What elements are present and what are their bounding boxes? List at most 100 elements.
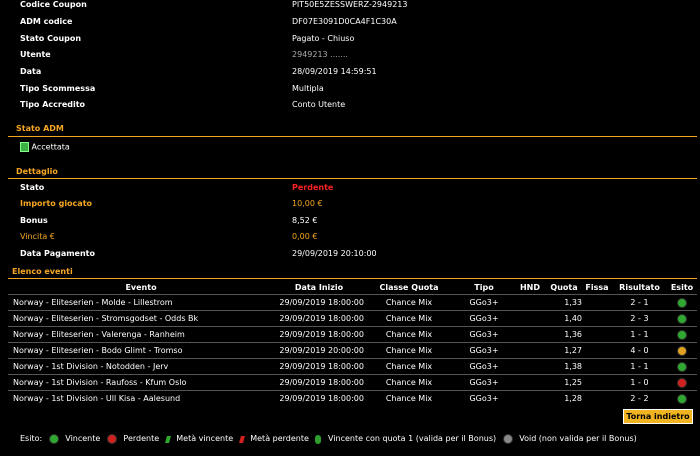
col-header-tipo: Tipo [474, 283, 494, 292]
cell-classe-quota: Chance Mix [364, 310, 454, 327]
cell-hnd [514, 294, 546, 311]
cell-evento: Norway - Eliteserien - Molde - Lillestro… [8, 294, 274, 311]
value-data: 28/09/2019 14:59:51 [292, 67, 377, 76]
cell-quota: 1,28 [546, 390, 582, 406]
cell-classe-quota: Chance Mix [364, 390, 454, 406]
value-data-pagamento: 29/09/2019 20:10:00 [292, 249, 377, 258]
cell-tipo: GGo3+ [454, 294, 514, 311]
cell-fissa [582, 310, 612, 327]
table-row: Norway - 1st Division - Ull Kisa - Aales… [8, 390, 697, 406]
section-title-dettaglio: Dettaglio [16, 167, 58, 176]
cell-tipo: GGo3+ [454, 342, 514, 359]
adm-status-label: Accettata [31, 142, 70, 152]
col-header-classe-quota: Classe Quota [379, 283, 439, 292]
cell-quota: 1,33 [546, 294, 582, 311]
cell-evento: Norway - 1st Division - Ull Kisa - Aales… [8, 390, 274, 406]
table-row: Norway - Eliteserien - Bodo Glimt - Trom… [8, 342, 697, 359]
table-row: Norway - Eliteserien - Valerenga - Ranhe… [8, 326, 697, 343]
cell-evento: Norway - 1st Division - Notodden - Jerv [8, 358, 274, 375]
value-vincita: 0,00 € [292, 232, 318, 241]
esito-icon [677, 297, 687, 308]
value-stato: Perdente [292, 183, 334, 192]
cell-hnd [514, 326, 546, 343]
table-header-row: Evento Data Inizio Classe Quota Tipo HND… [8, 281, 697, 295]
label-tipo-accredito: Tipo Accredito [20, 100, 86, 109]
cell-tipo: GGo3+ [454, 326, 514, 343]
esito-icon [677, 361, 687, 372]
cell-data-inizio: 29/09/2019 18:00:00 [274, 390, 364, 406]
legend-perdente: Perdente [123, 434, 160, 443]
cell-fissa [582, 294, 612, 311]
label-data: Data [20, 67, 42, 76]
label-bonus: Bonus [20, 216, 48, 225]
section-title-stato-adm: Stato ADM [16, 124, 64, 133]
divider [8, 178, 697, 179]
cell-quota: 1,40 [546, 310, 582, 327]
cell-tipo: GGo3+ [454, 358, 514, 375]
cell-classe-quota: Chance Mix [364, 294, 454, 311]
label-data-pagamento: Data Pagamento [20, 249, 95, 258]
col-header-hnd: HND [519, 283, 541, 292]
legend: Esito: Vincente Perdente Metà vincente M… [20, 434, 641, 444]
cell-evento: Norway - Eliteserien - Valerenga - Ranhe… [8, 326, 274, 343]
cell-hnd [514, 310, 546, 327]
legend-void: Void (non valida per il Bonus) [519, 434, 637, 443]
label-adm-codice: ADM codice [20, 17, 73, 26]
cell-classe-quota: Chance Mix [364, 342, 454, 359]
esito-icon [677, 313, 687, 324]
table-row: Norway - Eliteserien - Stromsgodset - Od… [8, 310, 697, 327]
void-icon [502, 434, 513, 444]
legend-title: Esito: [20, 434, 43, 443]
cell-fissa [582, 374, 612, 391]
cell-classe-quota: Chance Mix [364, 358, 454, 375]
cell-data-inizio: 29/09/2019 18:00:00 [274, 310, 364, 327]
col-header-quota: Quota [550, 283, 578, 292]
lose-icon [106, 434, 117, 444]
col-header-esito: Esito [670, 283, 694, 292]
cell-quota: 1,27 [546, 342, 582, 359]
cell-quota: 1,25 [546, 374, 582, 391]
cell-esito [667, 358, 697, 375]
label-stato-coupon: Stato Coupon [20, 34, 82, 43]
cell-esito [667, 342, 697, 359]
section-title-elenco-eventi: Elenco eventi [12, 267, 73, 276]
cell-esito [667, 294, 697, 311]
check-icon [20, 142, 29, 152]
cell-risultato: 2 - 2 [612, 390, 667, 406]
cell-tipo: GGo3+ [454, 390, 514, 406]
cell-esito [667, 374, 697, 391]
cell-data-inizio: 29/09/2019 18:00:00 [274, 294, 364, 311]
label-tipo-scommessa: Tipo Scommessa [20, 84, 96, 93]
half-win-icon [164, 435, 171, 443]
legend-meta-vincente: Metà vincente [176, 434, 234, 443]
cell-fissa [582, 342, 612, 359]
cell-data-inizio: 29/09/2019 20:00:00 [274, 342, 364, 359]
col-header-data-inizio: Data Inizio [294, 283, 344, 292]
cell-data-inizio: 29/09/2019 18:00:00 [274, 374, 364, 391]
adm-status: Accettata [20, 142, 70, 152]
table-row: Norway - Eliteserien - Molde - Lillestro… [8, 294, 697, 311]
divider [8, 136, 697, 137]
legend-meta-perdente: Metà perdente [250, 434, 309, 443]
value-codice-coupon: PIT50E5ZESSWERZ-2949213 [292, 0, 408, 9]
value-tipo-scommessa: Multipla [292, 84, 324, 93]
cell-fissa [582, 390, 612, 406]
col-header-fissa: Fissa [585, 283, 609, 292]
cell-esito [667, 310, 697, 327]
label-utente: Utente [20, 50, 51, 59]
value-stato-coupon: Pagato - Chiuso [292, 34, 355, 43]
cell-hnd [514, 390, 546, 406]
cell-evento: Norway - Eliteserien - Bodo Glimt - Trom… [8, 342, 274, 359]
cell-tipo: GGo3+ [454, 374, 514, 391]
cell-classe-quota: Chance Mix [364, 326, 454, 343]
cell-hnd [514, 374, 546, 391]
back-button[interactable]: Torna indietro [623, 409, 693, 424]
cell-fissa [582, 326, 612, 343]
label-stato: Stato [20, 183, 45, 192]
cell-fissa [582, 358, 612, 375]
events-table: Evento Data Inizio Classe Quota Tipo HND… [8, 281, 697, 406]
value-tipo-accredito: Conto Utente [292, 100, 346, 109]
cell-quota: 1,36 [546, 326, 582, 343]
legend-vincente: Vincente [65, 434, 101, 443]
col-header-risultato: Risultato [619, 283, 660, 292]
